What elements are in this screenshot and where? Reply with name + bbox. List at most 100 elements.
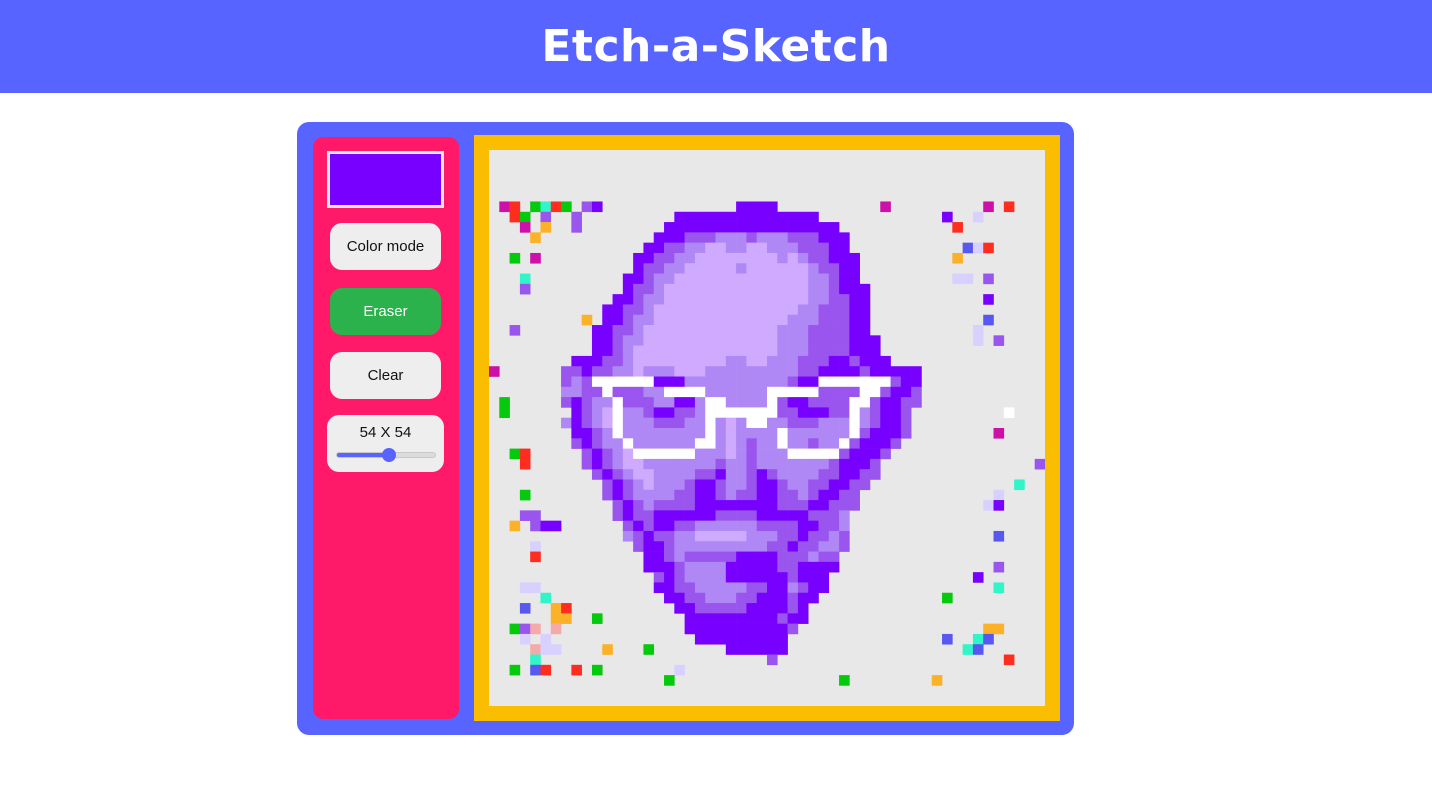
grid-cell[interactable] xyxy=(715,366,727,377)
grid-cell[interactable] xyxy=(612,438,624,449)
grid-cell[interactable] xyxy=(1003,201,1015,213)
grid-cell[interactable] xyxy=(839,242,850,254)
grid-cell[interactable] xyxy=(746,541,758,552)
grid-cell[interactable] xyxy=(736,582,747,594)
grid-cell[interactable] xyxy=(767,273,778,285)
grid-cell[interactable] xyxy=(746,232,758,243)
grid-cell[interactable] xyxy=(808,510,819,521)
grid-cell[interactable] xyxy=(561,386,572,398)
grid-cell[interactable] xyxy=(818,314,830,326)
grid-cell[interactable] xyxy=(767,654,778,666)
grid-cell[interactable] xyxy=(694,520,706,532)
grid-cell[interactable] xyxy=(777,633,788,645)
grid-cell[interactable] xyxy=(612,294,624,305)
grid-cell[interactable] xyxy=(694,469,706,480)
grid-cell[interactable] xyxy=(756,530,768,542)
grid-cell[interactable] xyxy=(808,428,819,439)
grid-cell[interactable] xyxy=(643,325,655,336)
grid-cell[interactable] xyxy=(756,252,768,264)
grid-cell[interactable] xyxy=(880,448,891,460)
grid-cell[interactable] xyxy=(849,479,860,491)
grid-cell[interactable] xyxy=(591,345,603,357)
grid-cell[interactable] xyxy=(571,428,582,439)
grid-cell[interactable] xyxy=(633,510,644,521)
grid-cell[interactable] xyxy=(674,273,685,285)
grid-cell[interactable] xyxy=(571,386,582,398)
grid-cell[interactable] xyxy=(571,397,582,408)
grid-cell[interactable] xyxy=(653,242,665,254)
grid-cell[interactable] xyxy=(818,386,830,398)
grid-cell[interactable] xyxy=(808,304,819,316)
grid-cell[interactable] xyxy=(859,417,871,429)
grid-cell[interactable] xyxy=(694,242,706,254)
grid-cell[interactable] xyxy=(911,397,922,408)
grid-cell[interactable] xyxy=(633,376,644,388)
grid-cell[interactable] xyxy=(797,407,809,419)
grid-cell[interactable] xyxy=(633,355,644,367)
grid-cell[interactable] xyxy=(746,623,758,635)
grid-cell[interactable] xyxy=(653,283,665,295)
grid-cell[interactable] xyxy=(653,561,665,573)
grid-cell[interactable] xyxy=(725,510,737,521)
grid-cell[interactable] xyxy=(519,623,531,635)
grid-cell[interactable] xyxy=(756,376,768,388)
grid-cell[interactable] xyxy=(725,407,737,419)
grid-cell[interactable] xyxy=(519,273,531,285)
grid-cell[interactable] xyxy=(808,500,819,511)
grid-cell[interactable] xyxy=(694,397,706,408)
grid-cell[interactable] xyxy=(633,252,644,264)
grid-cell[interactable] xyxy=(808,325,819,336)
grid-cell[interactable] xyxy=(983,314,994,326)
grid-cell[interactable] xyxy=(581,417,593,429)
color-picker-swatch[interactable] xyxy=(327,151,444,208)
grid-cell[interactable] xyxy=(859,304,871,316)
grid-cell[interactable] xyxy=(849,314,860,326)
grid-cell[interactable] xyxy=(767,561,778,573)
grid-cell[interactable] xyxy=(767,551,778,563)
grid-cell[interactable] xyxy=(643,345,655,357)
grid-cell[interactable] xyxy=(756,428,768,439)
grid-cell[interactable] xyxy=(900,417,912,429)
grid-cell[interactable] xyxy=(808,592,819,604)
grid-cell[interactable] xyxy=(777,314,788,326)
grid-cell[interactable] xyxy=(787,489,799,501)
grid-cell[interactable] xyxy=(808,551,819,563)
grid-cell[interactable] xyxy=(828,386,840,398)
grid-cell[interactable] xyxy=(828,335,840,346)
grid-cell[interactable] xyxy=(581,366,593,377)
grid-cell[interactable] xyxy=(612,469,624,480)
grid-cell[interactable] xyxy=(869,355,881,367)
grid-cell[interactable] xyxy=(622,438,634,449)
grid-cell[interactable] xyxy=(664,592,675,604)
grid-cell[interactable] xyxy=(787,407,799,419)
grid-cell[interactable] xyxy=(777,417,788,429)
grid-cell[interactable] xyxy=(828,242,840,254)
grid-cell[interactable] xyxy=(715,345,727,357)
grid-cell[interactable] xyxy=(602,448,613,460)
grid-cell[interactable] xyxy=(777,242,788,254)
grid-cell[interactable] xyxy=(725,335,737,346)
grid-cell[interactable] xyxy=(756,201,768,213)
grid-cell[interactable] xyxy=(684,458,696,470)
grid-cell[interactable] xyxy=(869,458,881,470)
grid-cell[interactable] xyxy=(828,520,840,532)
grid-cell[interactable] xyxy=(633,283,644,295)
grid-cell[interactable] xyxy=(839,448,850,460)
grid-cell[interactable] xyxy=(684,469,696,480)
grid-cell[interactable] xyxy=(540,520,552,532)
grid-cell[interactable] xyxy=(767,479,778,491)
grid-cell[interactable] xyxy=(839,510,850,521)
grid-cell[interactable] xyxy=(715,304,727,316)
grid-cell[interactable] xyxy=(674,458,685,470)
grid-cell[interactable] xyxy=(705,479,716,491)
grid-cell[interactable] xyxy=(633,438,644,449)
grid-cell[interactable] xyxy=(715,232,727,243)
grid-cell[interactable] xyxy=(746,613,758,624)
grid-cell[interactable] xyxy=(705,211,716,223)
grid-cell[interactable] xyxy=(612,417,624,429)
grid-cell[interactable] xyxy=(777,366,788,377)
grid-cell[interactable] xyxy=(622,520,634,532)
grid-cell[interactable] xyxy=(869,448,881,460)
grid-cell[interactable] xyxy=(808,314,819,326)
grid-cell[interactable] xyxy=(828,252,840,264)
